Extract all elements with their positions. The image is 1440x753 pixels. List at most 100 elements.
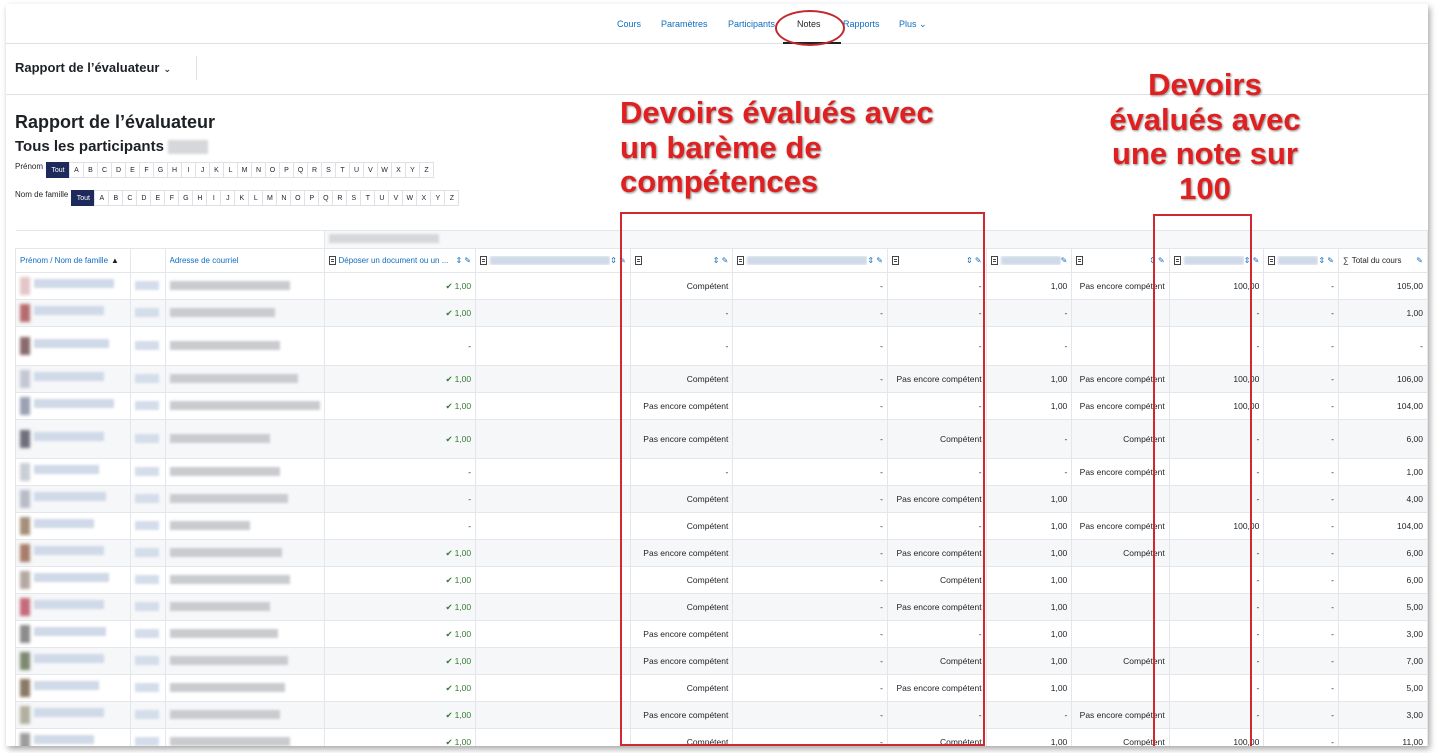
lastname-letter-q[interactable]: Q: [318, 190, 334, 206]
email-column-header[interactable]: Adresse de courriel: [164, 248, 325, 273]
lastname-letter-a[interactable]: A: [94, 190, 110, 206]
student-name-cell[interactable]: [15, 392, 131, 420]
course-total-cell[interactable]: 105,00: [1338, 272, 1428, 300]
grade-cell[interactable]: [475, 701, 631, 729]
grade-cell[interactable]: ✔ 1,00: [323, 539, 477, 567]
firstname-letter-f[interactable]: F: [139, 162, 155, 178]
course-total-cell[interactable]: 104,00: [1338, 392, 1428, 420]
grade-cell[interactable]: 1,00: [985, 566, 1073, 594]
grade-cell[interactable]: [475, 728, 631, 746]
course-total-cell[interactable]: 7,00: [1338, 647, 1428, 675]
grade-cell[interactable]: 1,00: [985, 392, 1073, 420]
grade-cell[interactable]: ✔ 1,00: [323, 701, 477, 729]
lastname-letter-j[interactable]: J: [220, 190, 236, 206]
lastname-letter-l[interactable]: L: [248, 190, 264, 206]
grade-cell[interactable]: 1,00: [985, 539, 1073, 567]
firstname-letter-u[interactable]: U: [349, 162, 365, 178]
grade-cell[interactable]: ✔ 1,00: [323, 647, 477, 675]
firstname-letter-b[interactable]: B: [83, 162, 99, 178]
firstname-letter-a[interactable]: A: [69, 162, 85, 178]
firstname-letter-r[interactable]: R: [307, 162, 323, 178]
student-name-cell[interactable]: [15, 593, 131, 621]
firstname-letter-j[interactable]: J: [195, 162, 211, 178]
grade-column-header[interactable]: ⇕ ✎: [475, 248, 631, 273]
grade-cell[interactable]: ✔ 1,00: [323, 593, 477, 621]
course-total-cell[interactable]: 1,00: [1338, 299, 1428, 327]
firstname-letter-x[interactable]: X: [391, 162, 407, 178]
student-name-cell[interactable]: [15, 647, 131, 675]
grade-cell[interactable]: 1,00: [985, 512, 1073, 540]
grade-cell[interactable]: -: [1263, 272, 1339, 300]
grade-column-header[interactable]: ✎: [985, 248, 1073, 273]
grade-cell[interactable]: ✔ 1,00: [323, 419, 477, 459]
grade-cell[interactable]: [475, 593, 631, 621]
student-name-cell[interactable]: [15, 272, 131, 300]
student-name-cell[interactable]: [15, 539, 131, 567]
grade-cell[interactable]: -: [1263, 620, 1339, 648]
grade-cell[interactable]: 1,00: [985, 365, 1073, 393]
firstname-letter-g[interactable]: G: [153, 162, 169, 178]
firstname-letter-q[interactable]: Q: [293, 162, 309, 178]
lastname-letter-m[interactable]: M: [262, 190, 278, 206]
grade-cell[interactable]: -: [1263, 701, 1339, 729]
grade-cell[interactable]: -: [985, 419, 1073, 459]
grade-cell[interactable]: ✔ 1,00: [323, 566, 477, 594]
grade-cell[interactable]: -: [1263, 674, 1339, 702]
course-total-cell[interactable]: 6,00: [1338, 566, 1428, 594]
course-total-cell[interactable]: 5,00: [1338, 593, 1428, 621]
column-actions-icon[interactable]: ⇕ ✎: [456, 256, 472, 265]
lastname-letter-d[interactable]: D: [136, 190, 152, 206]
grade-cell[interactable]: -: [1263, 539, 1339, 567]
column-actions-icon[interactable]: ✎: [1416, 256, 1423, 265]
lastname-letter-c[interactable]: C: [122, 190, 138, 206]
course-total-cell[interactable]: 6,00: [1338, 539, 1428, 567]
firstname-letter-v[interactable]: V: [363, 162, 379, 178]
course-total-cell[interactable]: 6,00: [1338, 419, 1428, 459]
lastname-letter-v[interactable]: V: [388, 190, 404, 206]
lastname-letter-w[interactable]: W: [402, 190, 418, 206]
student-name-cell[interactable]: [15, 620, 131, 648]
firstname-filter-all[interactable]: Tout: [46, 162, 71, 178]
grade-cell[interactable]: [475, 539, 631, 567]
firstname-letter-h[interactable]: H: [167, 162, 183, 178]
firstname-letter-o[interactable]: O: [265, 162, 281, 178]
grade-cell[interactable]: 1,00: [985, 647, 1073, 675]
student-name-cell[interactable]: [15, 485, 131, 513]
course-total-cell[interactable]: 1,00: [1338, 458, 1428, 486]
student-name-cell[interactable]: [15, 365, 131, 393]
grade-cell[interactable]: [475, 458, 631, 486]
nav-participants[interactable]: Participants: [728, 19, 775, 29]
grade-cell[interactable]: [475, 566, 631, 594]
grade-cell[interactable]: -: [1263, 392, 1339, 420]
course-total-cell[interactable]: 4,00: [1338, 485, 1428, 513]
grade-cell[interactable]: ✔ 1,00: [323, 272, 477, 300]
firstname-letter-l[interactable]: L: [223, 162, 239, 178]
firstname-letter-z[interactable]: Z: [419, 162, 435, 178]
grade-cell[interactable]: 1,00: [985, 272, 1073, 300]
grade-cell[interactable]: -: [1263, 326, 1339, 366]
grade-cell[interactable]: -: [1263, 365, 1339, 393]
course-total-cell[interactable]: -: [1338, 326, 1428, 366]
firstname-letter-n[interactable]: N: [251, 162, 267, 178]
firstname-letter-k[interactable]: K: [209, 162, 225, 178]
firstname-letter-s[interactable]: S: [321, 162, 337, 178]
student-name-cell[interactable]: [15, 326, 131, 366]
course-total-cell[interactable]: 104,00: [1338, 512, 1428, 540]
student-name-cell[interactable]: [15, 458, 131, 486]
grade-cell[interactable]: ✔ 1,00: [323, 392, 477, 420]
grade-cell[interactable]: -: [323, 485, 477, 513]
lastname-letter-r[interactable]: R: [332, 190, 348, 206]
grade-cell[interactable]: -: [1263, 512, 1339, 540]
grade-cell[interactable]: -: [1263, 485, 1339, 513]
grade-column-header[interactable]: ⇕ ✎: [1263, 248, 1339, 273]
grade-cell[interactable]: -: [1263, 458, 1339, 486]
grade-cell[interactable]: [475, 419, 631, 459]
lastname-letter-s[interactable]: S: [346, 190, 362, 206]
grade-cell[interactable]: [475, 299, 631, 327]
report-selector[interactable]: Rapport de l’évaluateur ⌄: [15, 60, 171, 75]
nav-cours[interactable]: Cours: [617, 19, 641, 29]
grade-cell[interactable]: 1,00: [985, 485, 1073, 513]
grade-cell[interactable]: 1,00: [985, 674, 1073, 702]
lastname-letter-o[interactable]: O: [290, 190, 306, 206]
lastname-letter-h[interactable]: H: [192, 190, 208, 206]
